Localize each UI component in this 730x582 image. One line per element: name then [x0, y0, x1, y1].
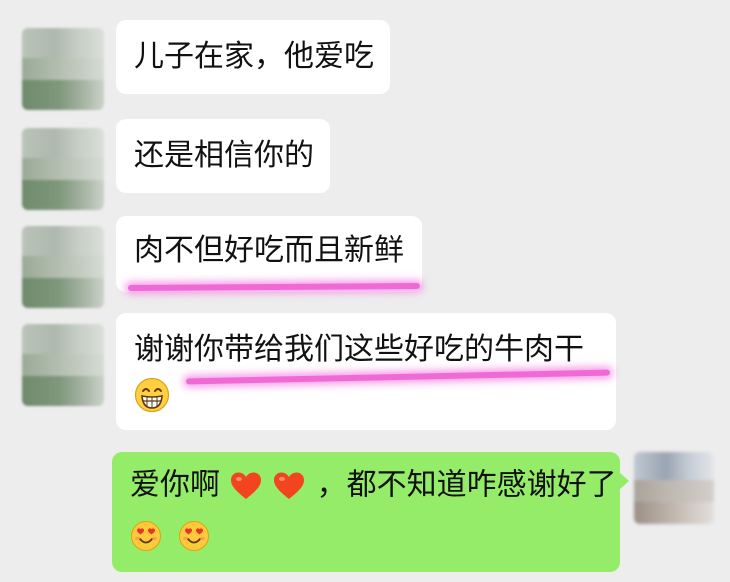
message-bubble[interactable]: 儿子在家，他爱吃 — [116, 20, 390, 94]
message-text: 爱你啊 — [130, 467, 220, 503]
heart-icon — [230, 472, 261, 499]
contact-avatar[interactable] — [22, 128, 104, 210]
message-bubble[interactable]: 还是相信你的 — [116, 119, 330, 193]
contact-avatar[interactable] — [22, 226, 104, 308]
message-bubble[interactable]: 肉不但好吃而且新鲜 — [116, 216, 422, 292]
message-text: 还是相信你的 — [134, 138, 314, 173]
my-avatar[interactable] — [634, 452, 714, 524]
contact-avatar[interactable] — [22, 324, 104, 406]
message-text: ，都不知道咋感谢好了 — [316, 467, 617, 503]
message-text: 肉不但好吃而且新鲜 — [134, 233, 404, 268]
grinning-face-icon — [134, 377, 170, 412]
heart-icon — [274, 472, 305, 499]
sent-message-bubble[interactable]: 爱你啊 ，都不知道咋感谢好了 — [112, 452, 629, 572]
message-text: 谢谢你带给我们这些好吃的牛肉干 — [134, 332, 584, 367]
smiling-face-hearts-icon — [131, 520, 161, 551]
message-text: 儿子在家，他爱吃 — [134, 39, 374, 74]
smiling-face-hearts-icon — [178, 520, 209, 551]
chat-area: 儿子在家，他爱吃 还是相信你的 肉不但好吃而且新鲜 谢谢你带给我们这些好吃的牛肉… — [0, 0, 730, 582]
contact-avatar[interactable] — [22, 28, 104, 110]
